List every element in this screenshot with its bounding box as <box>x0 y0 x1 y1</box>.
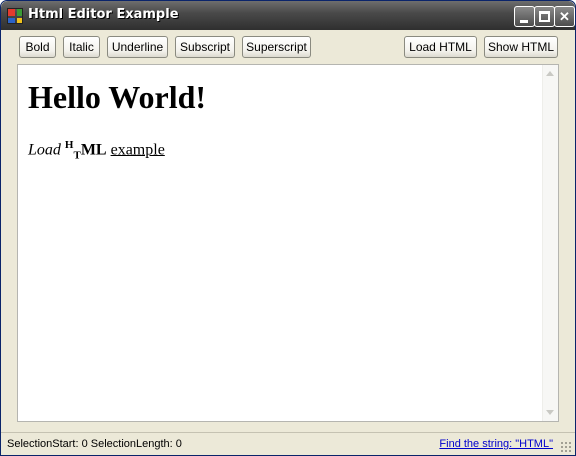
editor-heading: Hello World! <box>28 79 207 115</box>
editor-paragraph: Load HTML example <box>28 135 536 166</box>
size-grip-icon[interactable] <box>560 441 572 453</box>
editor-content[interactable]: Hello World! Load HTML example <box>28 79 536 166</box>
maximize-icon <box>539 11 550 22</box>
underline-button[interactable]: Underline <box>107 36 168 58</box>
subscript-text: T <box>73 149 81 162</box>
bold-text: ML <box>80 141 107 159</box>
superscript-button[interactable]: Superscript <box>242 36 311 58</box>
load-html-button[interactable]: Load HTML <box>404 36 477 58</box>
italic-text: Load <box>28 141 61 159</box>
maximize-button[interactable] <box>534 6 555 27</box>
find-string-link[interactable]: Find the string: "HTML" <box>439 438 553 450</box>
scroll-down-icon[interactable] <box>546 410 554 415</box>
vertical-scrollbar[interactable] <box>542 65 558 421</box>
minimize-button[interactable] <box>514 6 535 27</box>
app-icon[interactable] <box>7 8 23 24</box>
italic-button[interactable]: Italic <box>63 36 100 58</box>
underlined-text: example <box>110 141 165 159</box>
scroll-up-icon[interactable] <box>546 71 554 76</box>
show-html-button[interactable]: Show HTML <box>484 36 558 58</box>
subscript-button[interactable]: Subscript <box>175 36 235 58</box>
status-bar: SelectionStart: 0 SelectionLength: 0 Fin… <box>1 432 575 455</box>
selection-status: SelectionStart: 0 SelectionLength: 0 <box>7 438 182 450</box>
window-title: Html Editor Example <box>28 7 179 22</box>
main-window: Html Editor Example ✕ Bold Italic Underl… <box>0 0 576 456</box>
close-button[interactable]: ✕ <box>554 6 575 27</box>
bold-button[interactable]: Bold <box>19 36 56 58</box>
close-icon: ✕ <box>559 9 570 24</box>
title-bar[interactable]: Html Editor Example ✕ <box>1 1 575 30</box>
minimize-icon <box>520 20 528 23</box>
html-editor[interactable]: Hello World! Load HTML example <box>17 64 559 422</box>
